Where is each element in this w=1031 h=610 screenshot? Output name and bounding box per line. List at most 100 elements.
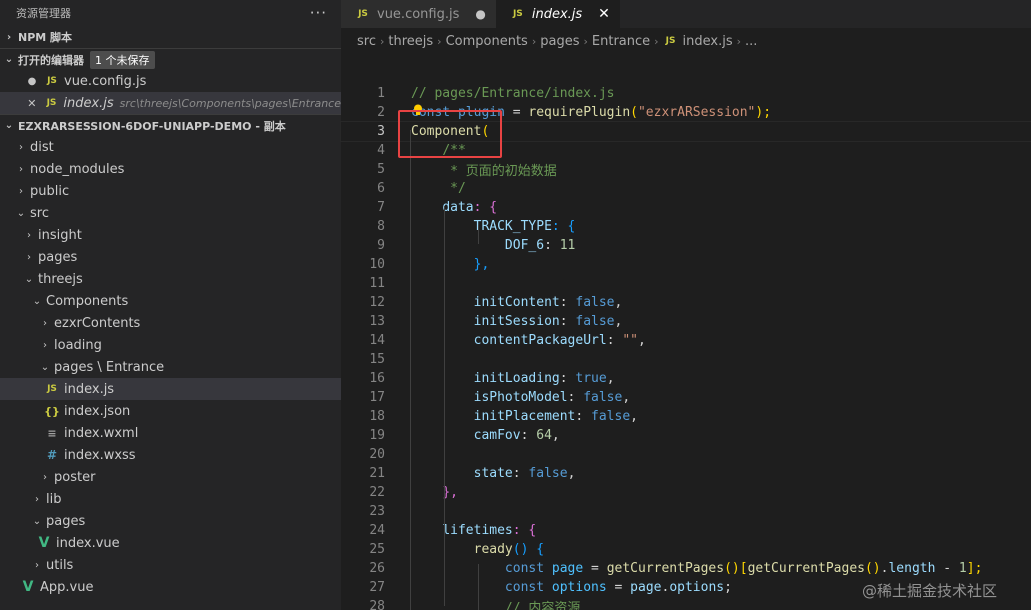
- code-token: page: [630, 580, 662, 595]
- folder-label: src: [30, 205, 49, 221]
- unsaved-badge: 1 个未保存: [90, 50, 155, 69]
- tree-file-index-js[interactable]: JS index.js: [0, 378, 341, 400]
- code-token: ,: [622, 390, 631, 405]
- code-token: );: [755, 105, 772, 120]
- code-editor[interactable]: 1// pages/Entrance/index.js 2 const plugi…: [340, 84, 1031, 610]
- code-token: :: [606, 333, 623, 348]
- folder-label: pages: [46, 513, 86, 529]
- file-label: App.vue: [40, 579, 94, 595]
- chevron-right-icon: ›: [19, 163, 23, 175]
- unsaved-dot-icon[interactable]: ●: [24, 76, 40, 87]
- breadcrumb-item[interactable]: Components: [446, 34, 528, 49]
- chevron-right-icon: ›: [736, 34, 742, 48]
- code-token: :: [575, 409, 592, 424]
- line-number: 8: [377, 219, 385, 234]
- tree-folder-poster[interactable]: › poster: [0, 466, 341, 488]
- chevron-down-icon: ⌄: [16, 207, 26, 219]
- tree-folder-pages2[interactable]: ⌄ pages: [0, 510, 341, 532]
- code-token: false: [583, 390, 623, 405]
- code-token: initContent: [473, 295, 560, 310]
- tree-folder-loading[interactable]: › loading: [0, 334, 341, 356]
- file-label: index.vue: [56, 535, 120, 551]
- chevron-right-icon: ›: [19, 141, 23, 153]
- tree-folder-pages-entrance[interactable]: ⌄ pages \ Entrance: [0, 356, 341, 378]
- close-icon[interactable]: ✕: [598, 6, 610, 22]
- code-token: =: [504, 105, 529, 120]
- open-editors-section[interactable]: ⌄ 打开的编辑器 1 个未保存: [0, 48, 341, 70]
- chevron-right-icon: ›: [35, 559, 39, 571]
- close-icon[interactable]: ✕: [24, 97, 40, 110]
- line-number: 24: [369, 523, 385, 538]
- tree-file-index-wxss[interactable]: # index.wxss: [0, 444, 341, 466]
- folder-label: node_modules: [30, 161, 125, 177]
- code-token: false: [528, 466, 568, 481]
- tree-folder-lib[interactable]: › lib: [0, 488, 341, 510]
- code-line: 1 // pages/Entrance/index.js: [341, 84, 1031, 103]
- tree-folder-dist[interactable]: › dist: [0, 136, 341, 158]
- code-token: () {: [512, 542, 545, 557]
- tab-index-js[interactable]: JS index.js ✕: [495, 0, 620, 28]
- line-number: 18: [369, 409, 385, 424]
- code-token: const: [504, 580, 545, 595]
- open-editor-vue-config[interactable]: ● JS vue.config.js: [0, 70, 341, 92]
- tree-folder-components[interactable]: ⌄ Components: [0, 290, 341, 312]
- tree-folder-node-modules[interactable]: › node_modules: [0, 158, 341, 180]
- chevron-right-icon: ›: [19, 185, 23, 197]
- tree-file-index-vue[interactable]: Vindex.vue: [0, 532, 341, 554]
- tree-folder-pages[interactable]: › pages: [0, 246, 341, 268]
- npm-scripts-section[interactable]: › NPM 脚本: [0, 26, 341, 48]
- line-number: 21: [369, 466, 385, 481]
- tree-file-index-wxml[interactable]: ≡ index.wxml: [0, 422, 341, 444]
- breadcrumb-item[interactable]: ...: [745, 34, 757, 49]
- line-number: 15: [369, 352, 385, 367]
- project-section[interactable]: ⌄ EZXRARSESSION-6DOF-UNIAPP-DEMO - 副本: [0, 114, 341, 136]
- breadcrumb-item[interactable]: index.js: [683, 34, 733, 49]
- breadcrumb-item[interactable]: pages: [540, 34, 579, 49]
- line-number: 23: [369, 504, 385, 519]
- folder-label: loading: [54, 337, 102, 353]
- code-token: lifetimes: [442, 523, 513, 538]
- breadcrumb-item[interactable]: src: [357, 34, 376, 49]
- open-editor-index-js[interactable]: ✕ JS index.js src\threejs\Components\pag…: [0, 92, 341, 114]
- js-file-icon: JS: [358, 9, 368, 19]
- tree-folder-threejs[interactable]: ⌄ threejs: [0, 268, 341, 290]
- project-label: EZXRARSESSION-6DOF-UNIAPP-DEMO - 副本: [18, 119, 286, 133]
- code-comment: * 页面的初始数据: [442, 164, 557, 179]
- chevron-right-icon: ›: [43, 471, 47, 483]
- tree-folder-insight[interactable]: › insight: [0, 224, 341, 246]
- folder-label: pages: [38, 249, 78, 265]
- code-token: ;: [724, 580, 732, 595]
- code-token: options: [544, 580, 607, 595]
- chevron-down-icon: ⌄: [32, 515, 42, 527]
- code-token: },: [473, 257, 490, 272]
- js-file-icon: JS: [665, 36, 676, 46]
- tree-file-index-json[interactable]: {} index.json: [0, 400, 341, 422]
- code-token: :: [567, 390, 584, 405]
- tree-file-app-vue[interactable]: V App.vue: [0, 576, 341, 598]
- tab-label: index.js: [531, 6, 583, 22]
- tree-folder-ezxrcontents[interactable]: › ezxrContents: [0, 312, 341, 334]
- breadcrumb-item[interactable]: Entrance: [592, 34, 650, 49]
- line-number: 22: [369, 485, 385, 500]
- breadcrumb: src › threejs › Components › pages › Entranc…: [341, 28, 1031, 54]
- line-number: 6: [377, 181, 385, 196]
- vue-file-icon: V: [22, 579, 34, 595]
- folder-label: insight: [38, 227, 82, 243]
- tree-folder-public[interactable]: › public: [0, 180, 341, 202]
- line-number: 4: [377, 143, 385, 158]
- breadcrumb-item[interactable]: threejs: [388, 34, 433, 49]
- tree-folder-src[interactable]: ⌄ src: [0, 202, 341, 224]
- code-token: : {: [512, 523, 537, 538]
- line-number: 17: [369, 390, 385, 405]
- chevron-down-icon: ⌄: [4, 54, 14, 65]
- code-token: 1: [958, 561, 967, 576]
- chevron-right-icon: ›: [27, 229, 31, 241]
- unsaved-dot-icon[interactable]: ●: [475, 7, 485, 21]
- line-number: 1: [377, 86, 385, 101]
- code-token: (): [864, 561, 881, 576]
- more-actions-icon[interactable]: ···: [310, 4, 327, 22]
- tab-vue-config[interactable]: JS vue.config.js ●: [341, 0, 496, 28]
- code-token: data: [442, 200, 474, 215]
- code-token: requirePlugin: [528, 105, 631, 120]
- tree-folder-utils[interactable]: › utils: [0, 554, 341, 576]
